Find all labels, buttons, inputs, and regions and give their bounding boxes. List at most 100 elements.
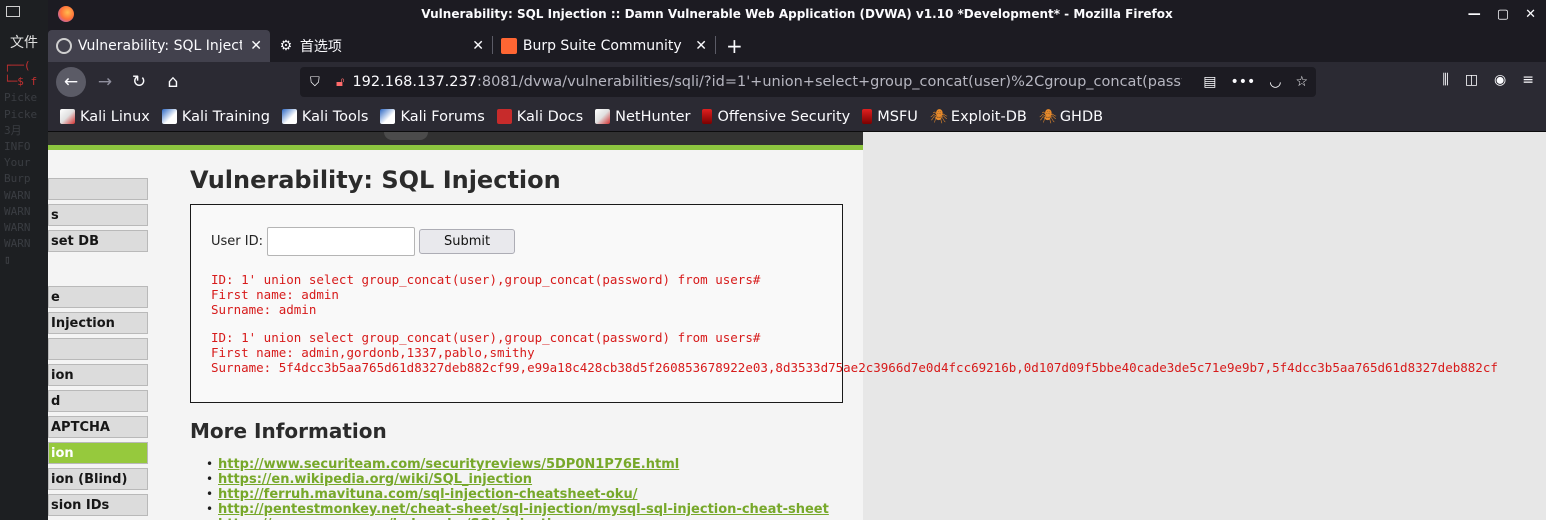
menu-item[interactable]: APTCHA: [48, 416, 148, 438]
back-button[interactable]: ←: [56, 67, 86, 97]
user-id-input[interactable]: [267, 227, 415, 256]
bookmark-ghdb[interactable]: 🕷︎ GHDB: [1038, 109, 1103, 126]
menu-item[interactable]: s: [48, 204, 148, 226]
terminal-line: Picke: [4, 91, 38, 105]
minimize-icon[interactable]: —: [1468, 7, 1481, 22]
page-actions-icon[interactable]: •••: [1230, 74, 1255, 90]
reload-button[interactable]: ↻: [124, 67, 154, 97]
toolbar-right-icons: ⫼ ◫ ◉ ≡: [1442, 72, 1534, 88]
page-viewport: s set DB e Injection ion d APTCHA ion ion (Blind…: [48, 132, 1546, 520]
reference-link[interactable]: https://en.wikipedia.org/wiki/SQL_inject…: [218, 472, 532, 487]
navigation-bar: ← → ↻ ⌂ ⛉ 🔓︎ 192.168.137.237:8081/dvwa/v…: [48, 62, 1546, 102]
close-tab-icon[interactable]: ✕: [250, 38, 262, 54]
tab-preferences[interactable]: ⚙ 首选项 ✕: [270, 30, 492, 62]
menu-item[interactable]: set DB: [48, 230, 148, 252]
user-id-form: User ID: Submit: [211, 227, 822, 256]
terminal-output: ┌──(└─$ f Picke Picke 3月 INFO Your Burp WARN WAR…: [4, 58, 37, 269]
terminal-line: WARN: [4, 188, 31, 202]
bookmarks-toolbar: Kali Linux Kali Training Kali Tools Kali Fo…: [48, 102, 1546, 132]
url-host: 192.168.137.237: [352, 74, 477, 90]
terminal-menu-file[interactable]: 文件: [10, 32, 38, 52]
bookmark-kali-training[interactable]: Kali Training: [161, 108, 270, 125]
maximize-icon[interactable]: ▢: [1497, 7, 1509, 22]
url-text[interactable]: 192.168.137.237:8081/dvwa/vulnerabilitie…: [352, 74, 1182, 90]
offsec-icon: [862, 109, 873, 124]
menu-item[interactable]: e: [48, 286, 148, 308]
result-first-name: First name: admin,gordonb,1337,pablo,smi…: [211, 345, 535, 360]
tab-burp[interactable]: Burp Suite Community Ed ✕: [493, 30, 715, 62]
sidebar-icon[interactable]: ◫: [1465, 72, 1478, 88]
burp-favicon-icon: [501, 38, 517, 54]
terminal-line: WARN: [4, 237, 31, 251]
terminal-line: ▯: [4, 253, 11, 267]
bookmark-label: Kali Training: [181, 108, 270, 125]
bookmark-kali-docs[interactable]: Kali Docs: [496, 108, 584, 125]
menu-item-active[interactable]: ion: [48, 442, 148, 464]
bookmark-label: Kali Docs: [516, 108, 584, 125]
submit-button[interactable]: Submit: [419, 229, 516, 254]
menu-item[interactable]: sion IDs: [48, 494, 148, 516]
bookmark-msfu[interactable]: MSFU: [862, 109, 918, 125]
bookmark-kali-linux[interactable]: Kali Linux: [60, 109, 150, 125]
terminal-line: 3月: [4, 123, 22, 137]
terminal-window-icon[interactable]: [6, 6, 20, 17]
result-first-name: First name: admin: [211, 287, 339, 302]
bookmark-offensive-security[interactable]: Offensive Security: [702, 109, 850, 125]
offsec-icon: [702, 109, 713, 124]
tab-label: 首选项: [299, 39, 342, 55]
reference-link[interactable]: http://pentestmonkey.net/cheat-sheet/sql…: [218, 502, 829, 517]
library-icon[interactable]: ⫼: [1442, 72, 1448, 88]
menu-item[interactable]: Injection: [48, 312, 148, 334]
shield-icon[interactable]: ⛉: [310, 75, 326, 90]
bookmark-label: Exploit-DB: [950, 108, 1027, 125]
menu-gap: [48, 256, 148, 286]
menu-item[interactable]: ion (Blind): [48, 468, 148, 490]
account-icon[interactable]: ◉: [1494, 72, 1506, 88]
close-window-icon[interactable]: ✕: [1525, 7, 1536, 22]
home-button[interactable]: ⌂: [158, 67, 188, 97]
reference-link[interactable]: http://www.securiteam.com/securityreview…: [218, 457, 679, 472]
kali-training-icon: [161, 109, 177, 124]
menu-item[interactable]: [48, 178, 148, 200]
insecure-lock-icon[interactable]: 🔓︎: [336, 75, 344, 90]
result-id-line: ID: 1' union select group_concat(user),g…: [211, 330, 761, 345]
bookmark-nethunter[interactable]: NetHunter: [595, 109, 690, 125]
list-item: http://www.securiteam.com/securityreview…: [206, 457, 850, 472]
menu-icon[interactable]: ≡: [1522, 72, 1534, 88]
dvwa-favicon-icon: [56, 38, 72, 54]
tab-label: Burp Suite Community Ed: [522, 38, 688, 54]
terminal-line: WARN: [4, 204, 31, 218]
close-tab-icon[interactable]: ✕: [695, 38, 707, 54]
more-info-heading: More Information: [190, 419, 387, 443]
dvwa-header: [48, 132, 863, 150]
terminal-line: WARN: [4, 221, 31, 235]
result-block: ID: 1' union select group_concat(user),g…: [211, 272, 822, 317]
menu-item[interactable]: ion: [48, 364, 148, 386]
menu-item[interactable]: d: [48, 390, 148, 412]
bookmark-star-icon[interactable]: ☆: [1295, 74, 1308, 90]
close-tab-icon[interactable]: ✕: [472, 38, 484, 54]
reader-view-icon[interactable]: ▤: [1203, 74, 1216, 90]
forward-button[interactable]: →: [90, 67, 120, 97]
kali-docs-icon: [496, 109, 512, 124]
bookmark-label: Kali Linux: [80, 108, 150, 125]
list-item: http://ferruh.mavituna.com/sql-injection…: [206, 487, 850, 502]
tab-dvwa[interactable]: Vulnerability: SQL Injectio ✕: [48, 30, 270, 62]
terminal-line: Your: [4, 156, 31, 170]
bookmark-label: NetHunter: [615, 108, 691, 125]
new-tab-button[interactable]: +: [716, 30, 753, 62]
window-controls: — ▢ ✕: [1468, 7, 1536, 22]
dvwa-page: s set DB e Injection ion d APTCHA ion ion (Blind…: [48, 132, 1498, 520]
url-bar[interactable]: ⛉ 🔓︎ 192.168.137.237:8081/dvwa/vulnerabi…: [300, 67, 1316, 97]
reference-link[interactable]: http://ferruh.mavituna.com/sql-injection…: [218, 487, 637, 502]
pocket-icon[interactable]: ◡: [1269, 74, 1281, 90]
result-surname: Surname: admin: [211, 302, 317, 317]
bookmark-kali-tools[interactable]: Kali Tools: [281, 109, 368, 125]
page-title: Vulnerability: SQL Injection: [190, 166, 561, 194]
exploit-db-icon: 🕷︎: [1038, 109, 1057, 125]
menu-item[interactable]: [48, 338, 148, 360]
result-surname: Surname: 5f4dcc3b5aa765d61d8327deb882cf9…: [211, 360, 1498, 375]
bookmark-kali-forums[interactable]: Kali Forums: [380, 109, 485, 125]
bookmark-exploit-db[interactable]: 🕷︎ Exploit-DB: [930, 108, 1027, 126]
list-item: http://pentestmonkey.net/cheat-sheet/sql…: [206, 502, 850, 517]
